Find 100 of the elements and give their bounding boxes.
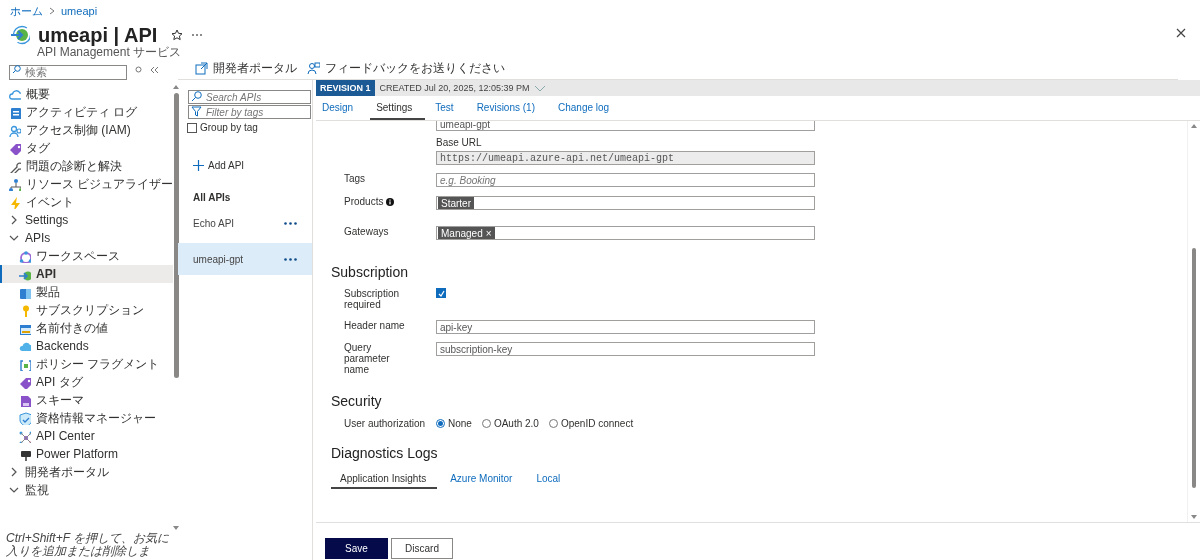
document-icon — [8, 105, 21, 119]
scrollbar[interactable] — [173, 85, 180, 530]
nav-item[interactable]: APIs — [0, 229, 174, 247]
toolbar-button[interactable]: フィードバックをお送りください — [307, 60, 505, 77]
tab[interactable]: Test — [429, 96, 467, 120]
checkbox[interactable] — [436, 288, 446, 298]
field-label: Tags — [344, 173, 366, 184]
page-subtitle: API Management サービス — [37, 45, 183, 61]
add-api-button[interactable]: Add API — [193, 160, 245, 171]
revision-created: CREATED Jul 20, 2025, 12:05:39 PM — [379, 83, 530, 93]
input-field[interactable]: Starter — [436, 196, 815, 210]
nav-item[interactable]: 監視 — [0, 481, 174, 499]
remove-button[interactable]: × — [485, 227, 492, 239]
tab[interactable]: Settings — [370, 96, 426, 120]
api-list-item[interactable]: Echo API — [178, 207, 312, 239]
search-field[interactable]: 検索 — [9, 64, 127, 80]
check-icon — [437, 289, 445, 297]
api-arrow-icon — [10, 25, 30, 45]
settings-icon[interactable] — [135, 66, 142, 73]
people-icon — [8, 123, 21, 137]
close-button[interactable] — [1176, 28, 1186, 38]
toolbar-button[interactable]: 開発者ポータル — [195, 60, 297, 77]
discard-button[interactable]: Discard — [391, 538, 453, 559]
chevron-icon — [48, 6, 56, 16]
nav-item[interactable]: 開発者ポータル — [0, 463, 174, 481]
radio-button[interactable]: None — [436, 418, 472, 429]
cloud-icon — [8, 87, 21, 101]
url-field: https://umeapi.azure-api.net/umeapi-gpt — [436, 151, 815, 165]
page-title: umeapi | API — [38, 24, 158, 46]
filter-field[interactable]: Filter by tags — [188, 105, 311, 119]
nav-item[interactable]: ワークスペース — [0, 247, 174, 265]
nav-item[interactable]: Power Platform — [0, 445, 174, 463]
up-arrow-icon[interactable] — [173, 85, 180, 89]
nav-item[interactable]: アクセス制御 (IAM) — [0, 121, 174, 139]
hint-text: Ctrl+Shift+F を押して、お気に入りを追加または削除しま — [5, 530, 171, 560]
nav-item[interactable]: 問題の診断と解決 — [0, 157, 174, 175]
nav-item[interactable]: アクティビティ ログ — [0, 103, 174, 121]
nav-item[interactable]: スキーマ — [0, 391, 174, 409]
input-field[interactable]: api-key — [436, 320, 815, 334]
nav-item[interactable]: 資格情報マネージャー — [0, 409, 174, 427]
tab[interactable]: Design — [316, 96, 367, 120]
nav-item[interactable]: 名前付きの値 — [0, 319, 174, 337]
nav-item[interactable]: タグ — [0, 139, 174, 157]
nav-item[interactable]: サブスクリプション — [0, 301, 174, 319]
input-field[interactable]: e.g. Booking — [436, 173, 815, 187]
input-field[interactable]: umeapi-gpt — [436, 121, 815, 131]
tab[interactable]: Azure Monitor — [441, 469, 524, 489]
nav-item[interactable]: 製品 — [0, 283, 174, 301]
nav-item[interactable]: API タグ — [0, 373, 174, 391]
tab[interactable]: Change log — [552, 96, 623, 120]
tag-icon — [8, 141, 21, 155]
radio-button[interactable]: OpenID connect — [548, 418, 634, 429]
breadcrumb-link[interactable]: umeapi — [61, 5, 98, 17]
revision-badge: REVISION 1 — [316, 80, 375, 96]
down-arrow-icon[interactable] — [1191, 515, 1197, 519]
nav-item[interactable]: イベント — [0, 193, 174, 211]
nav-item[interactable]: リソース ビジュアライザー — [0, 175, 174, 193]
input-field[interactable]: subscription-key — [436, 342, 815, 356]
tab[interactable]: Application Insights — [331, 469, 438, 489]
chevron-down-icon[interactable] — [534, 84, 547, 92]
open-link-icon — [195, 62, 208, 75]
save-button[interactable]: Save — [325, 538, 388, 559]
nav-item[interactable]: API — [0, 265, 174, 283]
collapse-icon[interactable] — [150, 65, 159, 74]
section-heading: All APIs — [193, 192, 232, 203]
lightning-icon — [8, 195, 21, 209]
ring-icon — [18, 249, 31, 263]
star-icon[interactable] — [171, 29, 184, 41]
network-icon — [8, 177, 21, 191]
api-name: Echo API — [193, 217, 235, 229]
field-label: Base URL — [436, 137, 483, 148]
tab[interactable]: Local — [527, 469, 572, 489]
nav-item[interactable]: ポリシー フラグメント — [0, 355, 174, 373]
checkbox[interactable] — [187, 122, 197, 133]
section-heading: Diagnostics Logs — [331, 445, 439, 461]
bracket-icon — [18, 357, 31, 371]
feedback-person-icon — [307, 62, 320, 75]
field-label: Header name — [344, 320, 405, 331]
nav-item[interactable]: Backends — [0, 337, 174, 355]
tag-icon — [18, 375, 31, 389]
up-arrow-icon[interactable] — [1191, 124, 1197, 128]
section-heading: Security — [331, 393, 383, 409]
input-field[interactable]: Managed × — [436, 226, 815, 240]
radio-button[interactable]: OAuth 2.0 — [481, 418, 539, 429]
info-icon[interactable] — [386, 197, 395, 206]
scrollbar[interactable] — [1187, 121, 1200, 522]
nav-item[interactable]: 概要 — [0, 85, 174, 103]
section-heading: Subscription — [331, 264, 410, 280]
search-field[interactable]: Search APIs — [188, 90, 311, 104]
more-icon[interactable] — [284, 221, 297, 225]
api-list-item[interactable]: umeapi-gpt — [178, 243, 312, 275]
shield-icon — [18, 411, 31, 425]
down-arrow-icon[interactable] — [173, 526, 180, 530]
field-label: Query parameter name — [344, 342, 391, 375]
tab[interactable]: Revisions (1) — [470, 96, 548, 120]
search-icon — [191, 91, 202, 102]
more-icon[interactable] — [284, 257, 297, 261]
nav-item[interactable]: API Center — [0, 427, 174, 445]
breadcrumb-link[interactable]: ホーム — [10, 3, 43, 19]
nav-item[interactable]: Settings — [0, 211, 174, 229]
